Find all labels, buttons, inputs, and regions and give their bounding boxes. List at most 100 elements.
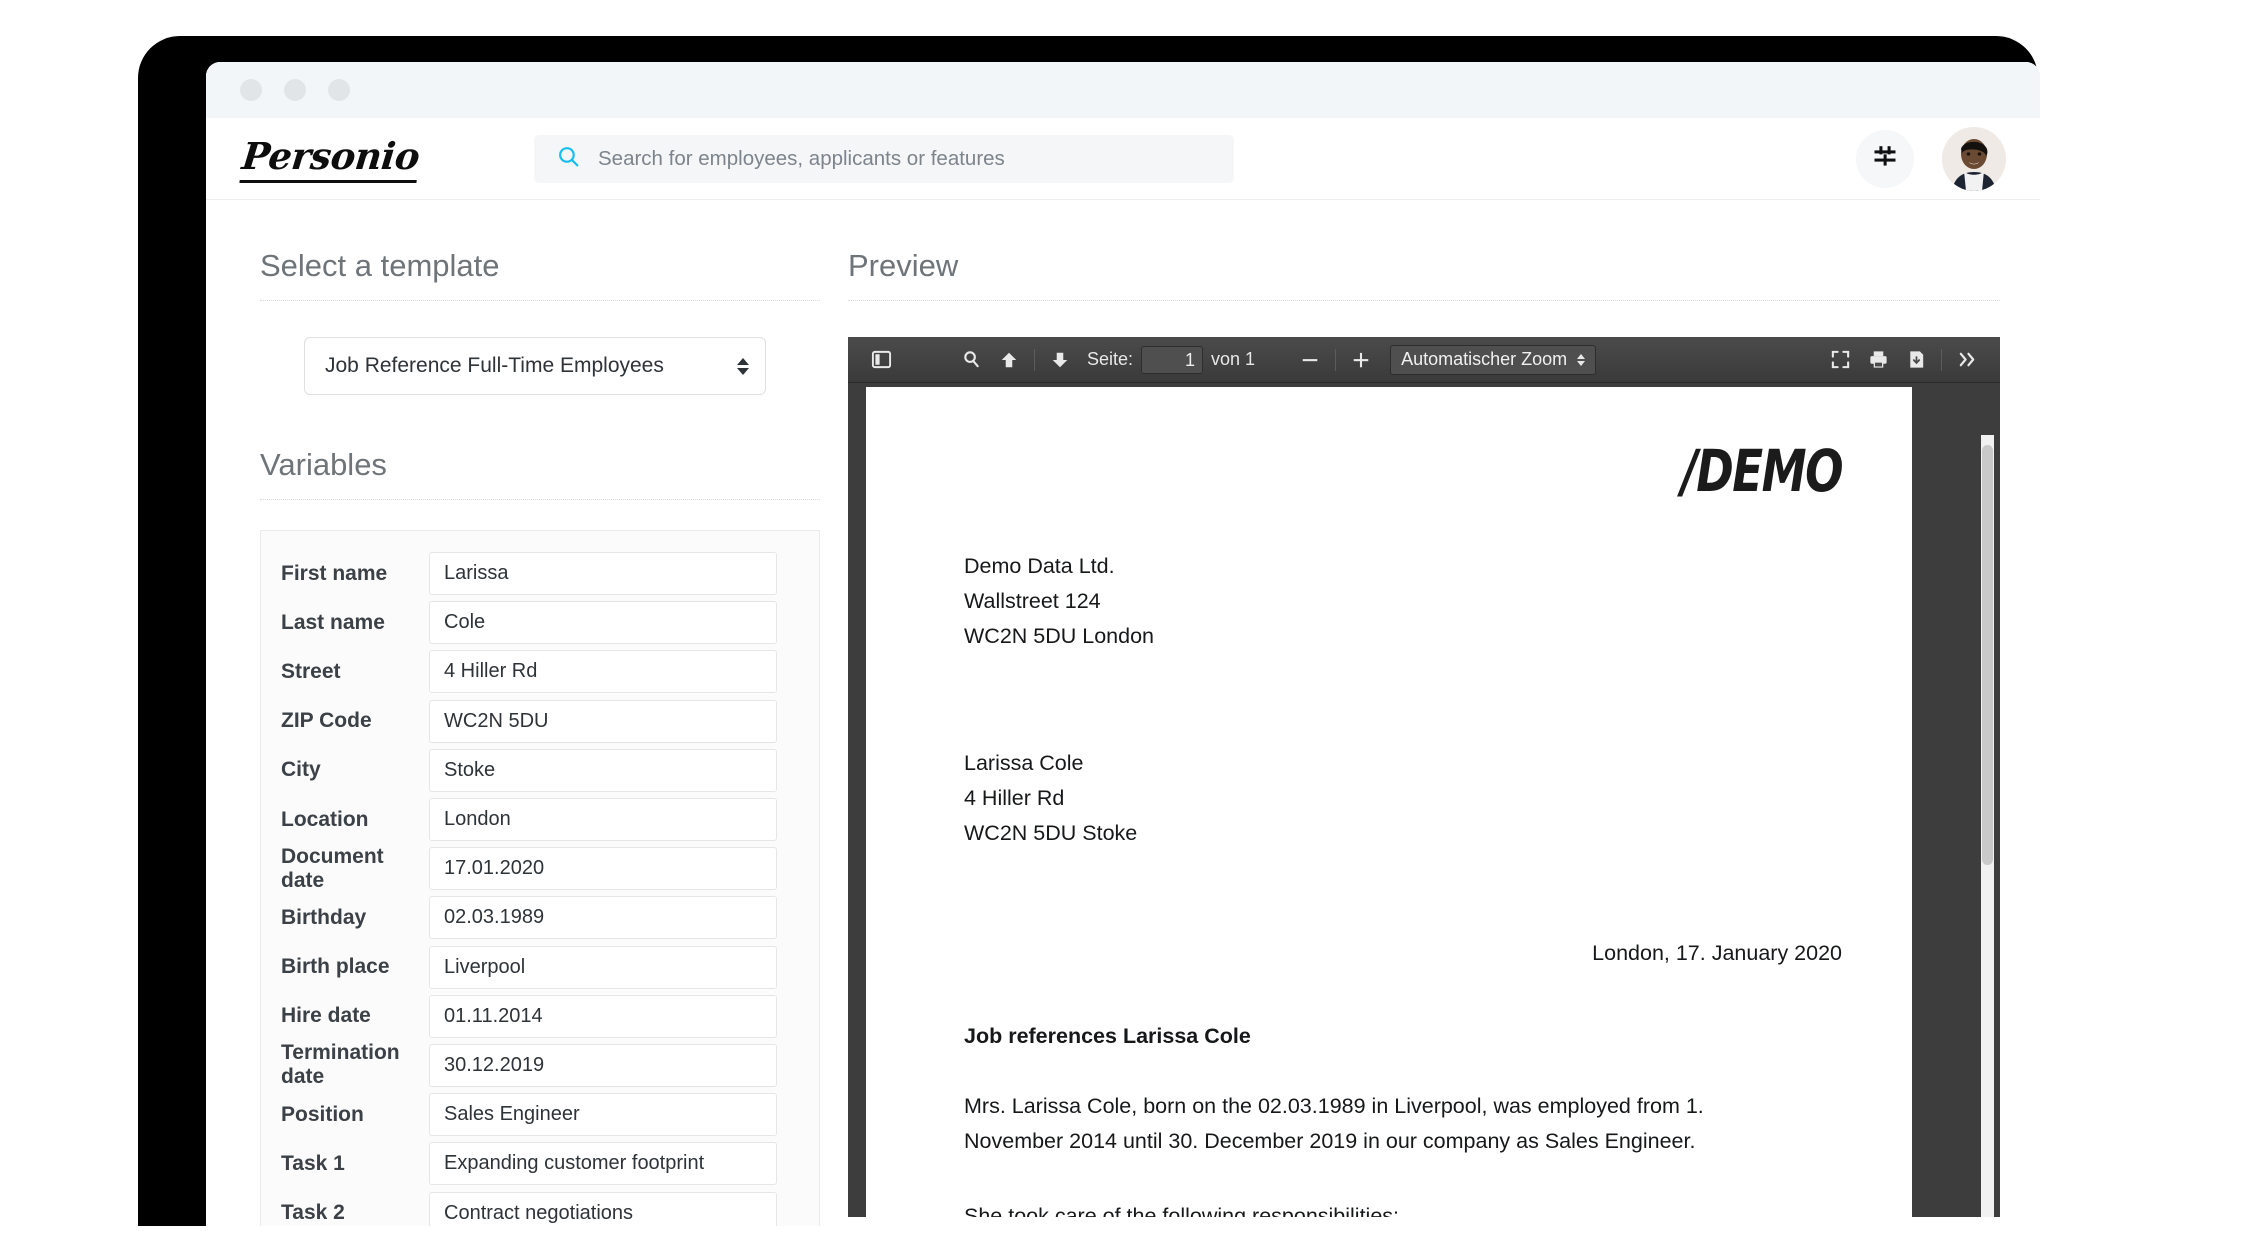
preview-section-divider (848, 300, 2000, 301)
arrow-up-icon[interactable] (990, 344, 1028, 376)
variable-input[interactable]: 30.12.2019 (429, 1043, 777, 1087)
arrow-down-icon[interactable] (1041, 344, 1079, 376)
recipient-address-block: Larissa Cole 4 Hiller Rd WC2N 5DU Stoke (964, 746, 1842, 851)
variable-row: Location London (281, 795, 777, 844)
logo-text: Personio (239, 134, 422, 183)
variable-input[interactable]: 02.03.1989 (429, 896, 777, 940)
variable-input[interactable]: Contract negotiations (429, 1191, 777, 1226)
variable-row: Street 4 Hiller Rd (281, 647, 777, 696)
variable-input[interactable]: Sales Engineer (429, 1093, 777, 1137)
window-titlebar (206, 62, 2040, 118)
variable-label: Hire date (281, 1004, 371, 1028)
pdf-page: /DEMO Demo Data Ltd. Wallstreet 124 WC2N 5… (866, 387, 1912, 1217)
fullscreen-icon[interactable] (1821, 344, 1859, 376)
pdf-toolbar: Seite: 1 von 1 Automatischer Zoom (848, 337, 2000, 383)
variable-row: Task 2 Contract negotiations (281, 1188, 777, 1226)
variable-label: First name (281, 561, 388, 585)
zoom-in-button[interactable] (1342, 344, 1380, 376)
variable-row: First name Larissa (281, 549, 777, 598)
pdf-page-area[interactable]: /DEMO Demo Data Ltd. Wallstreet 124 WC2N 5… (848, 383, 2000, 1217)
variable-label: ZIP Code (281, 709, 372, 733)
variable-input[interactable]: Stoke (429, 748, 777, 792)
chevron-updown-icon (1577, 353, 1586, 366)
template-section-divider (260, 300, 820, 301)
window-close-button[interactable] (240, 79, 262, 101)
variable-row: Document date 17.01.2020 (281, 844, 777, 893)
document-body: /DEMO Demo Data Ltd. Wallstreet 124 WC2N 5… (866, 387, 1912, 1217)
zoom-level-value: Automatischer Zoom (1401, 349, 1568, 369)
template-select-value: Job Reference Full-Time Employees (325, 354, 664, 377)
sender-address-line: Wallstreet 124 (964, 589, 1101, 613)
toolbar-separator-2 (1335, 348, 1337, 371)
header-actions (1856, 126, 2006, 191)
page-label: Seite: (1087, 349, 1134, 369)
settings-button[interactable] (1856, 129, 1914, 188)
variable-label: Street (281, 659, 341, 683)
left-pane: Select a template Job Reference Full-Tim… (206, 200, 820, 1226)
variable-row: Hire date 01.11.2014 (281, 992, 777, 1041)
global-search-box[interactable] (534, 134, 1234, 183)
document-paragraph-2: She took care of the following responsib… (964, 1204, 1400, 1217)
sender-address-block: Demo Data Ltd. Wallstreet 124 WC2N 5DU Lon… (964, 549, 1842, 654)
pdf-viewer: Seite: 1 von 1 Automatischer Zoom /DEMO … (848, 337, 2000, 1217)
variable-row: Birthday 02.03.1989 (281, 893, 777, 942)
preview-section-title: Preview (848, 248, 959, 283)
page-total-label: von 1 (1211, 349, 1256, 369)
variable-label: Birth place (281, 955, 390, 979)
toolbar-separator (1034, 348, 1035, 371)
window-minimize-button[interactable] (284, 79, 306, 101)
main-content: Select a template Job Reference Full-Tim… (206, 200, 2040, 1226)
variable-label: Task 1 (281, 1151, 345, 1175)
window-maximize-button[interactable] (328, 79, 350, 101)
variable-row: ZIP Code WC2N 5DU (281, 697, 777, 746)
right-pane: Preview Seite: 1 von 1 Automatischer Zoo… (818, 200, 2040, 1226)
variable-label: Last name (281, 610, 385, 634)
variable-input[interactable]: Expanding customer footprint (429, 1142, 777, 1186)
variable-label: Document date (281, 844, 384, 892)
avatar-photo (1942, 126, 2006, 191)
variable-input[interactable]: 4 Hiller Rd (429, 650, 777, 694)
variable-input[interactable]: Cole (429, 601, 777, 645)
pdf-scrollbar-thumb[interactable] (1982, 445, 1993, 865)
variable-input[interactable]: WC2N 5DU (429, 699, 777, 743)
variables-section-divider (260, 499, 820, 500)
app-header: Personio (206, 118, 2040, 200)
variable-label: Termination date (281, 1041, 400, 1089)
recipient-address-line: 4 Hiller Rd (964, 786, 1065, 810)
variable-input[interactable]: 17.01.2020 (429, 847, 777, 891)
recipient-address-line: Larissa Cole (964, 751, 1084, 775)
printer-icon[interactable] (1859, 344, 1897, 376)
variable-row: Birth place Liverpool (281, 943, 777, 992)
avatar[interactable] (1942, 126, 2006, 191)
personio-logo[interactable]: Personio (230, 134, 500, 183)
variable-label: City (281, 758, 321, 782)
variable-input[interactable]: 01.11.2014 (429, 994, 777, 1038)
variable-label: Location (281, 807, 369, 831)
sender-address-line: WC2N 5DU London (964, 624, 1155, 648)
variable-label: Task 2 (281, 1201, 345, 1225)
stepper-arrows-icon (737, 357, 749, 375)
zoom-out-button[interactable] (1291, 344, 1329, 376)
magnifier-icon[interactable] (952, 344, 990, 376)
variable-input[interactable]: Liverpool (429, 945, 777, 989)
document-date-line: London, 17. January 2020 (1592, 941, 1842, 965)
variable-row: City Stoke (281, 746, 777, 795)
variables-card: First name Larissa Last name Cole Street 4 Hi… (260, 530, 820, 1226)
search-input[interactable] (598, 146, 1212, 171)
template-select[interactable]: Job Reference Full-Time Employees (304, 337, 766, 395)
toolbar-separator-3 (1941, 348, 1942, 371)
variable-input[interactable]: London (429, 798, 777, 842)
search-icon (556, 144, 581, 174)
variables-section-title: Variables (260, 447, 387, 482)
sidebar-toggle-icon[interactable] (862, 344, 900, 376)
download-icon[interactable] (1897, 344, 1935, 376)
variable-row: Last name Cole (281, 598, 777, 647)
sender-address-line: Demo Data Ltd. (964, 554, 1115, 578)
double-chevron-right-icon[interactable] (1948, 344, 1986, 376)
zoom-level-select[interactable]: Automatischer Zoom (1390, 344, 1597, 375)
template-section-title: Select a template (260, 248, 500, 283)
browser-window: Personio Search for employees, applicant… (206, 62, 2040, 1226)
page-number-input[interactable]: 1 (1141, 345, 1204, 374)
variable-input[interactable]: Larissa (429, 552, 777, 596)
sliders-icon (1871, 142, 1899, 175)
